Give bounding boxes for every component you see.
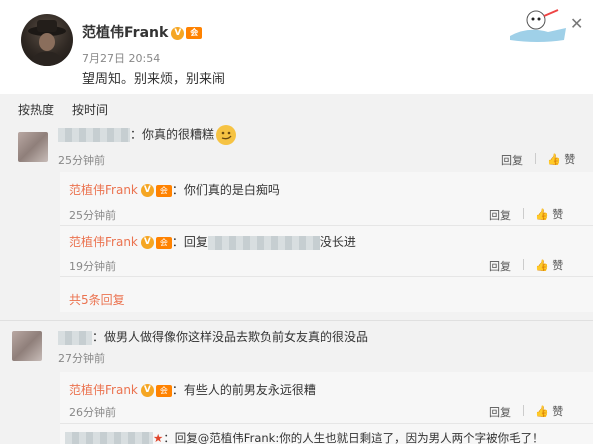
post-timestamp[interactable]: 7月27日 20:54 (82, 50, 160, 66)
divider (523, 405, 524, 416)
comment-text: ：做男人做得像你这样没品去欺负前女友真的很没品 (92, 330, 369, 344)
divider (523, 259, 524, 270)
reply-button[interactable]: 回复 (489, 404, 511, 420)
verified-icon: V (171, 26, 185, 40)
like-button[interactable]: 👍 赞 (535, 257, 563, 273)
reply-text-prefix: ：回复 (171, 235, 208, 249)
commenter-avatar[interactable] (18, 132, 48, 162)
post-author[interactable]: 范植伟Frank V 会 (82, 22, 203, 42)
reply-author[interactable]: 范植伟Frank (69, 183, 138, 197)
close-icon[interactable]: ✕ (570, 14, 583, 33)
thumbs-up-icon: 👍 (535, 208, 549, 221)
divider (60, 225, 593, 226)
like-button[interactable]: 👍 赞 (535, 206, 563, 222)
blurred-mention[interactable] (207, 235, 320, 250)
thumbs-up-icon: 👍 (535, 405, 549, 418)
like-button[interactable]: 👍 赞 (547, 151, 575, 167)
star-icon: ★ (153, 431, 164, 444)
reply-text: ：有些人的前男友永远很糟 (171, 383, 316, 397)
reply-author[interactable]: 范植伟Frank (69, 235, 138, 249)
author-name[interactable]: 范植伟Frank (82, 25, 168, 41)
smirk-emoji-icon (216, 125, 237, 145)
commenter-avatar[interactable] (12, 331, 42, 361)
reply-time: 19分钟前 (69, 260, 116, 273)
divider (523, 208, 524, 219)
post-header: 范植伟Frank V 会 7月27日 20:54 望周知。别来烦，别来闹 ✕ (0, 0, 593, 94)
divider (535, 153, 536, 164)
like-label: 赞 (552, 259, 564, 272)
tab-time[interactable]: 按时间 (72, 101, 108, 118)
vip-icon: 会 (155, 184, 172, 197)
comment-time: 25分钟前 (58, 154, 105, 167)
more-replies-link[interactable]: 共5条回复 (69, 291, 125, 308)
divider (0, 320, 593, 321)
divider (60, 276, 593, 277)
mascot-sticker-icon (510, 9, 566, 42)
reply-thread: 范植伟Frank V 会：你们真的是白痴吗 25分钟前 回复 👍 赞 范植伟Fran… (60, 172, 593, 312)
comment-line: ：你真的很糟糕 (58, 125, 237, 145)
post-text: 望周知。别来烦，别来闹 (82, 72, 226, 87)
vip-icon: 会 (155, 236, 172, 249)
reply-time: 26分钟前 (69, 406, 116, 419)
thumbs-up-icon: 👍 (535, 259, 549, 272)
comment-time: 27分钟前 (58, 352, 105, 365)
reply-line: 范植伟Frank V 会：回复 没长进 (69, 233, 356, 250)
blurred-username[interactable] (58, 128, 130, 142)
reply-button[interactable]: 回复 (489, 207, 511, 223)
reply-button[interactable]: 回复 (489, 258, 511, 274)
tab-hot[interactable]: 按热度 (18, 101, 54, 118)
blurred-username[interactable] (65, 431, 153, 444)
reply-button[interactable]: 回复 (501, 152, 523, 168)
vip-icon: 会 (186, 27, 203, 39)
reply-line: 范植伟Frank V 会：你们真的是白痴吗 (69, 181, 280, 198)
reply-line: 范植伟Frank V 会：有些人的前男友永远很糟 (69, 381, 316, 398)
thumbs-up-icon: 👍 (547, 153, 561, 166)
verified-icon: V (140, 384, 154, 397)
like-label: 赞 (552, 208, 564, 221)
reply-text-suffix: 没长进 (319, 235, 356, 249)
reply-author[interactable]: 范植伟Frank (69, 383, 138, 397)
reply-text: ：你们真的是白痴吗 (171, 183, 280, 197)
comment-text: ：你真的很糟糕 (130, 127, 215, 142)
reply-text: ：回复@范植伟Frank:你的人生也就日剩這了，因为男人两个字被你毛了！ (163, 431, 544, 444)
verified-icon: V (140, 236, 154, 249)
like-label: 赞 (552, 405, 564, 418)
divider (60, 423, 593, 424)
author-avatar[interactable] (21, 14, 73, 66)
blurred-username[interactable] (58, 330, 92, 345)
verified-icon: V (140, 184, 154, 197)
comment-list: ：你真的很糟糕 25分钟前 回复 👍 赞 范植伟Frank V 会：你们真的是白痴吗… (0, 120, 593, 444)
reply-line: ★：回复@范植伟Frank:你的人生也就日剩這了，因为男人两个字被你毛了！ (65, 430, 544, 444)
reply-thread: 范植伟Frank V 会：有些人的前男友永远很糟 26分钟前 回复 👍 赞 ★：回复… (60, 372, 593, 444)
reply-time: 25分钟前 (69, 209, 116, 222)
comment-line: ：做男人做得像你这样没品去欺负前女友真的很没品 (58, 328, 368, 345)
like-button[interactable]: 👍 赞 (535, 403, 563, 419)
vip-icon: 会 (155, 384, 172, 397)
like-label: 赞 (564, 153, 576, 166)
sort-tabs: 按热度 按时间 (0, 94, 593, 120)
